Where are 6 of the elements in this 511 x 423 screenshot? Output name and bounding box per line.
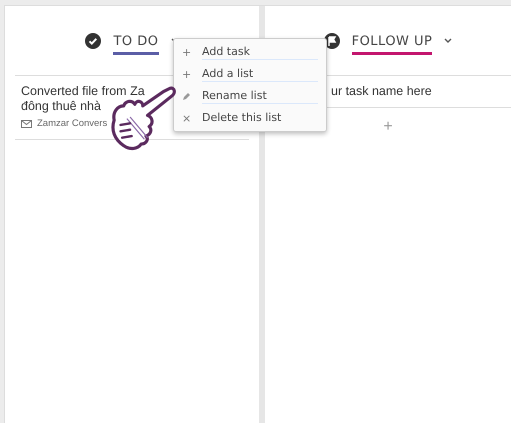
menu-item-icon: + — [182, 46, 191, 58]
task-title: Converted file from Za — [21, 84, 145, 99]
menu-item-icon: + — [182, 68, 191, 80]
menu-item-icon: × — [182, 112, 191, 124]
task-source: Zamzar Convers — [37, 118, 108, 129]
task-title: đông thuê nhà — [21, 99, 101, 114]
